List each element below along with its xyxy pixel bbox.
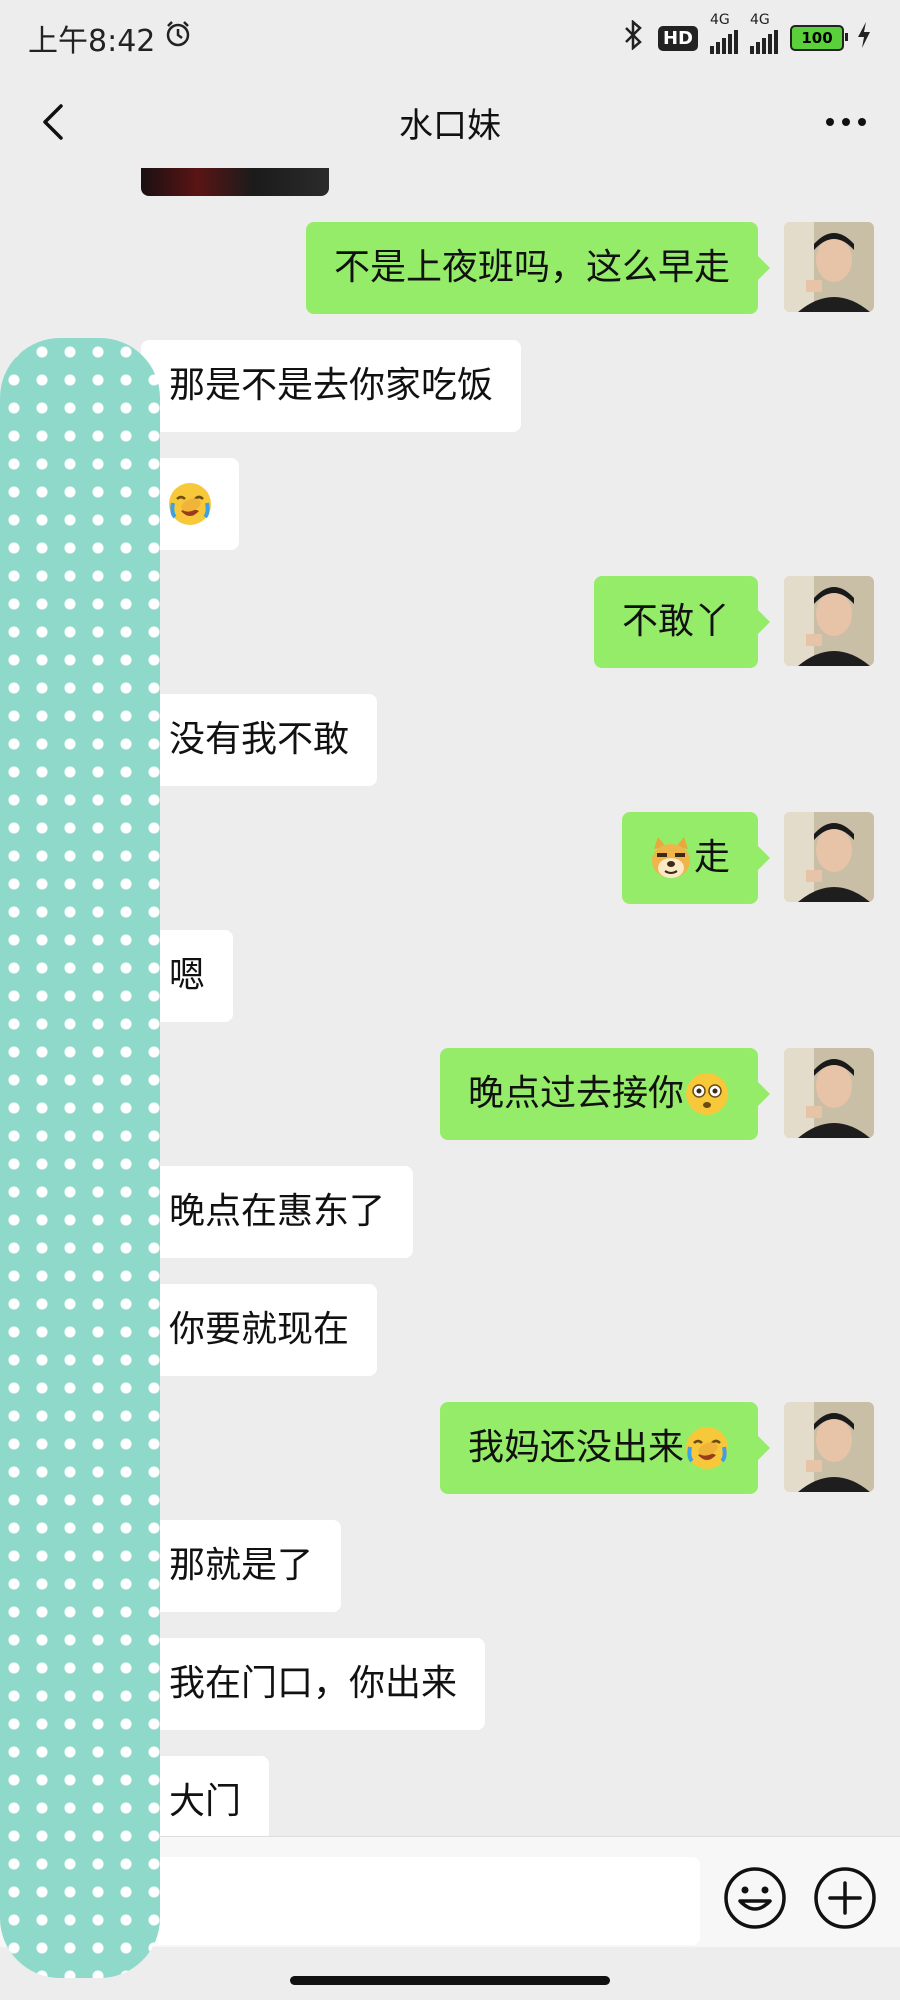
- image-message-partial[interactable]: [141, 168, 329, 196]
- emoji-icon: [724, 1867, 786, 1929]
- avatar[interactable]: [784, 1048, 874, 1138]
- outgoing-bubble[interactable]: 不是上夜班吗，这么早走: [305, 222, 771, 314]
- status-right: HD 4G 4G 100: [620, 12, 872, 56]
- emoji-button[interactable]: [722, 1865, 788, 1931]
- bluetooth-icon: [620, 19, 646, 56]
- chat-header: 水口妹: [0, 76, 900, 168]
- message-row: 不是上夜班吗，这么早走: [0, 222, 900, 314]
- message-input[interactable]: [100, 1857, 700, 1945]
- message-text: 嗯: [169, 955, 206, 996]
- message-text: 没有我不敢: [169, 719, 350, 760]
- message-text: 不敢丫: [621, 601, 730, 642]
- alarm-icon: [163, 19, 193, 57]
- network-type-label: 4G: [710, 12, 730, 28]
- outgoing-bubble[interactable]: 不敢丫: [593, 576, 771, 668]
- hd-badge: HD: [657, 25, 698, 51]
- avatar[interactable]: [784, 1402, 874, 1492]
- home-indicator[interactable]: [290, 1976, 610, 1985]
- message-text: 大门: [169, 1781, 242, 1822]
- back-button[interactable]: [28, 96, 80, 148]
- message-text: 你要就现在: [169, 1309, 350, 1350]
- facepalm-cry-emoji-icon: [169, 483, 211, 525]
- chat-title: 水口妹: [399, 105, 501, 146]
- more-functions-button[interactable]: [812, 1865, 878, 1931]
- signal-strength-2: 4G: [750, 12, 778, 54]
- network-type-label-2: 4G: [750, 12, 770, 28]
- back-arrow-icon: [43, 104, 63, 140]
- avatar[interactable]: [784, 222, 874, 312]
- incoming-bubble[interactable]: 大门: [128, 1756, 270, 1836]
- outgoing-bubble[interactable]: 我妈还没出来: [439, 1402, 771, 1494]
- incoming-bubble[interactable]: 你要就现在: [128, 1284, 378, 1376]
- more-options-button[interactable]: [820, 96, 872, 148]
- status-time: 上午8:42: [28, 24, 156, 59]
- incoming-bubble[interactable]: 我在门口，你出来: [128, 1638, 486, 1730]
- avatar[interactable]: [784, 812, 874, 902]
- charging-icon: [856, 21, 872, 55]
- outgoing-bubble[interactable]: 晚点过去接你: [439, 1048, 771, 1140]
- doge-emoji-icon: [651, 837, 690, 878]
- outgoing-bubble[interactable]: 走: [621, 812, 771, 904]
- stunned-face-emoji-icon: [686, 1073, 728, 1115]
- more-dots-icon: [826, 118, 866, 126]
- message-text: 那是不是去你家吃饭: [169, 365, 494, 406]
- message-text: 不是上夜班吗，这么早走: [333, 247, 730, 288]
- incoming-bubble[interactable]: 那是不是去你家吃饭: [128, 340, 522, 432]
- message-text: 我在门口，你出来: [169, 1663, 458, 1704]
- battery-indicator: 100: [790, 25, 848, 51]
- incoming-bubble[interactable]: 没有我不敢: [128, 694, 378, 786]
- privacy-redaction-mask: [0, 338, 160, 1978]
- avatar[interactable]: [784, 576, 874, 666]
- incoming-bubble[interactable]: 晚点在惠东了: [128, 1166, 414, 1258]
- signal-strength-1: 4G: [710, 12, 738, 54]
- message-text: 走: [693, 837, 730, 878]
- facepalm-cry-emoji-icon: [686, 1427, 728, 1469]
- message-text: 我妈还没出来: [467, 1427, 684, 1468]
- message-text: 晚点过去接你: [467, 1073, 684, 1114]
- status-left: 上午8:42: [28, 16, 193, 60]
- status-bar: 上午8:42 HD 4G 4G 100: [0, 0, 900, 76]
- plus-icon: [814, 1867, 876, 1929]
- message-text: 那就是了: [169, 1545, 314, 1586]
- message-text: 晚点在惠东了: [169, 1191, 386, 1232]
- incoming-bubble[interactable]: 那就是了: [128, 1520, 342, 1612]
